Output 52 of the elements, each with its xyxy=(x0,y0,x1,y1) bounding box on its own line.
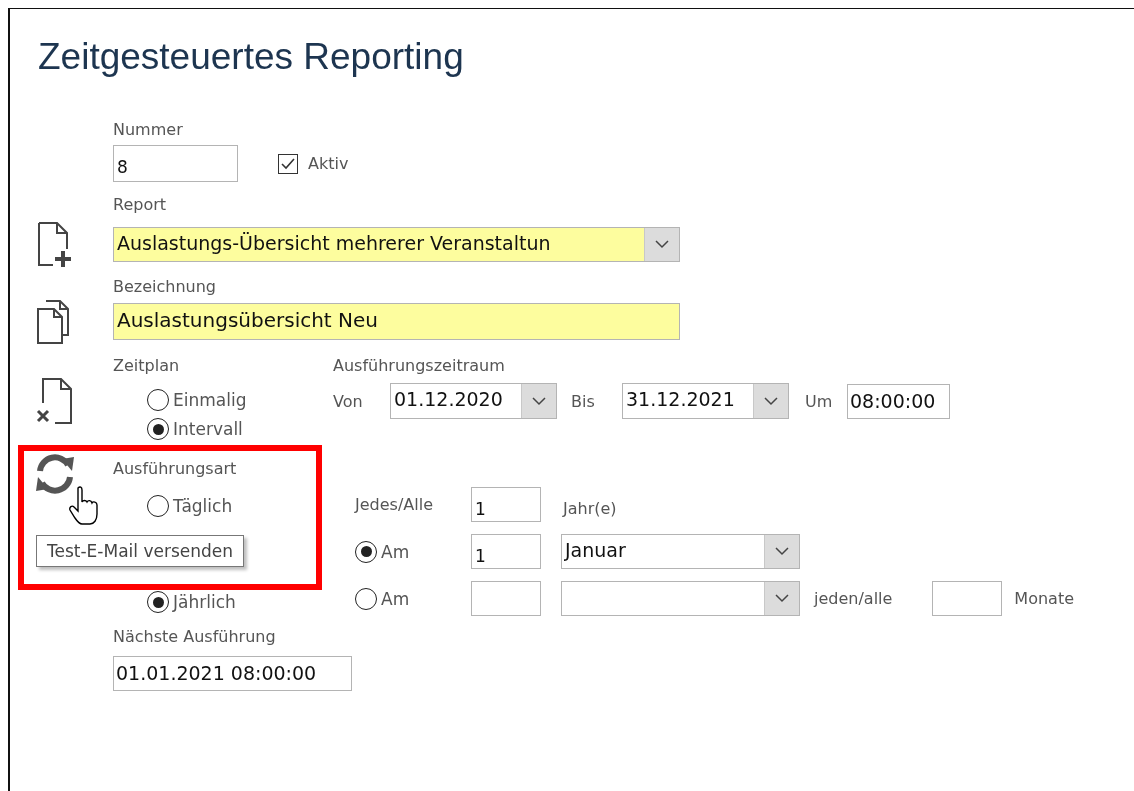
radio-button[interactable] xyxy=(147,389,169,411)
page-title: Zeitgesteuertes Reporting xyxy=(37,35,465,79)
dropdown-button[interactable] xyxy=(764,582,799,615)
tooltip: Test-E-Mail versenden xyxy=(36,535,245,567)
month-dropdown[interactable]: Januar xyxy=(561,534,800,569)
months-field[interactable] xyxy=(932,581,1003,616)
dropdown-button[interactable] xyxy=(644,228,679,261)
unit-label: Monate xyxy=(1014,589,1074,608)
field-label: Ausführungszeitraum xyxy=(333,355,506,377)
field-label: Nächste Ausführung xyxy=(113,626,276,648)
radio-button[interactable] xyxy=(355,587,377,610)
field-label: Bis xyxy=(571,391,596,411)
checkbox[interactable] xyxy=(278,153,298,174)
field-label: Um xyxy=(805,391,834,411)
field-label: Report xyxy=(113,194,167,216)
caret-icon xyxy=(532,396,546,406)
caret-icon xyxy=(775,547,789,556)
number-field[interactable]: 8 xyxy=(113,145,238,182)
delete-document-icon[interactable] xyxy=(34,377,75,425)
date-dropdown[interactable]: 01.12.2020 xyxy=(390,383,557,419)
interval-field[interactable]: 1 xyxy=(471,487,541,522)
field-label: Bezeichnung xyxy=(113,276,217,298)
radio-label: Intervall xyxy=(173,419,243,439)
caret-icon xyxy=(775,594,789,603)
radio-button[interactable] xyxy=(147,418,169,440)
name-field[interactable]: Auslastungsübersicht Neu xyxy=(113,303,680,340)
dropdown-button[interactable] xyxy=(764,535,799,568)
radio-label: Jährlich xyxy=(173,592,236,612)
caret-icon xyxy=(764,396,778,406)
field-label: Zeitplan xyxy=(113,355,181,377)
caret-icon xyxy=(655,240,669,249)
field-label: Nummer xyxy=(113,119,183,141)
radio-button[interactable] xyxy=(147,591,169,613)
date-dropdown[interactable]: 31.12.2021 xyxy=(622,383,789,419)
radio-label: Am xyxy=(381,588,410,609)
field-label: Von xyxy=(333,391,364,411)
radio-label: Einmalig xyxy=(173,390,247,410)
time-field[interactable]: 08:00:00 xyxy=(847,383,950,419)
field-label: Jedes/Alle xyxy=(355,495,434,514)
radio-button[interactable] xyxy=(147,495,169,517)
next-run-field[interactable]: 01.01.2021 08:00:00 xyxy=(113,656,352,691)
field-label: jeden/alle xyxy=(814,589,893,608)
day-field[interactable]: 1 xyxy=(471,534,541,569)
radio-button[interactable] xyxy=(355,540,377,563)
radio-label: Am xyxy=(381,541,410,562)
new-document-icon[interactable] xyxy=(36,221,73,269)
day-field[interactable] xyxy=(471,581,541,616)
unit-label: Jahr(e) xyxy=(563,499,617,518)
report-dropdown[interactable]: Auslastungs-Übersicht mehrerer Veranstaltun xyxy=(113,227,680,262)
field-label: Ausführungsart xyxy=(113,458,238,480)
checkbox-label: Aktiv xyxy=(308,154,349,173)
radio-label: Täglich xyxy=(173,496,233,516)
